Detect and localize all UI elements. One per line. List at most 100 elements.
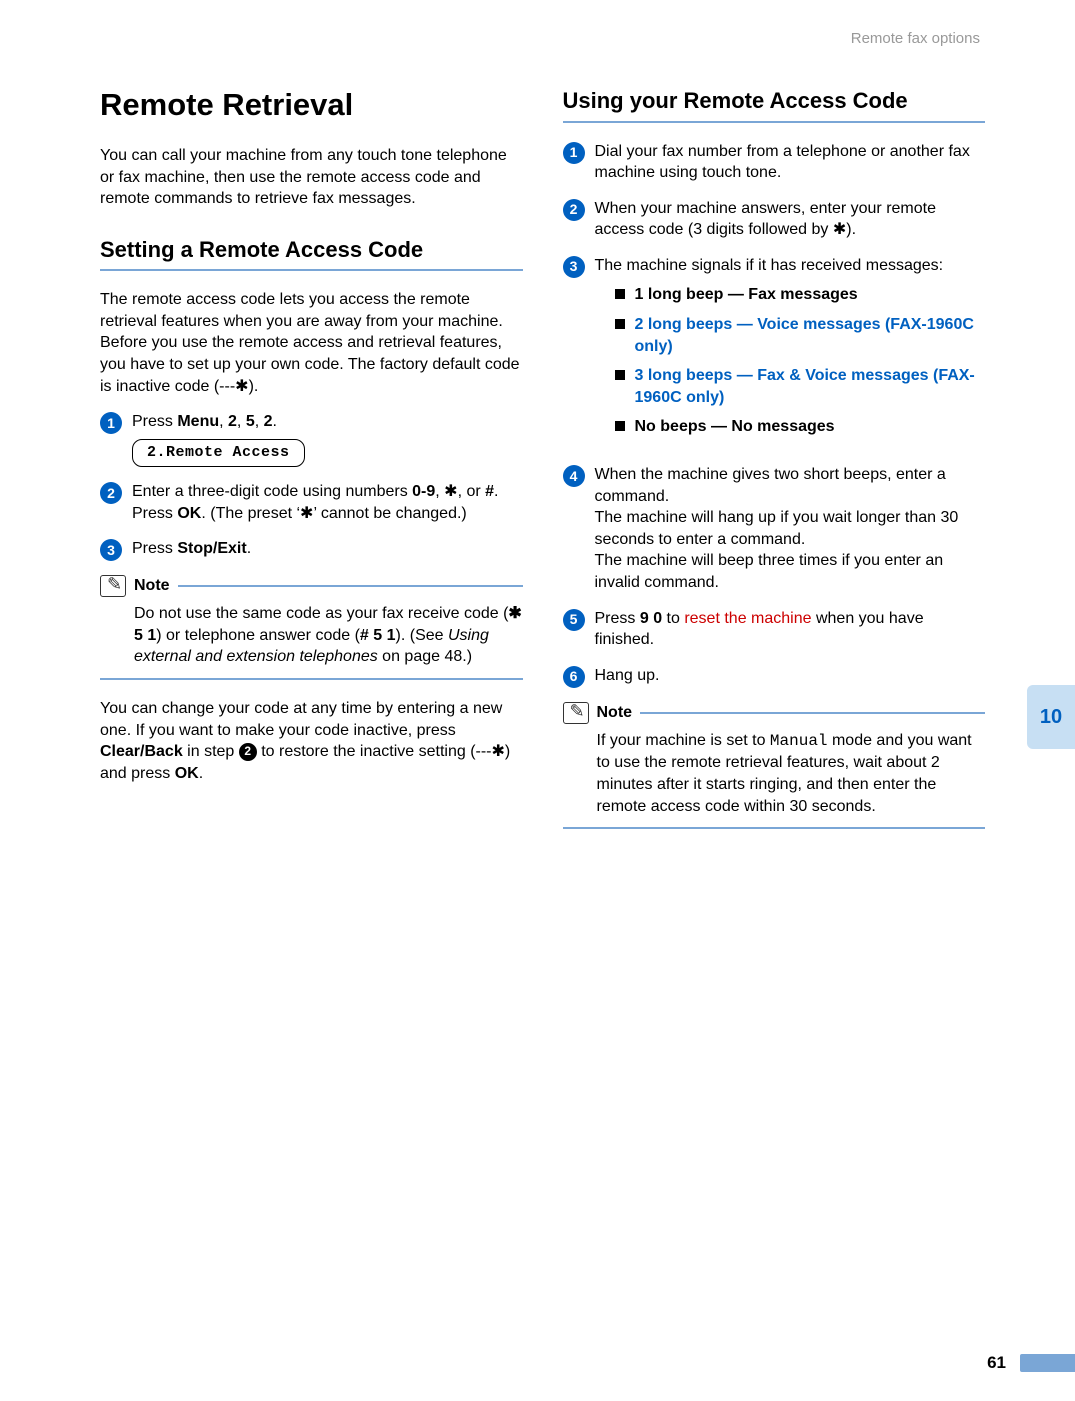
note-body: Do not use the same code as your fax rec… bbox=[100, 603, 523, 668]
square-bullet-icon bbox=[615, 289, 625, 299]
note-icon bbox=[100, 575, 126, 597]
step-body: Enter a three-digit code using numbers 0… bbox=[132, 481, 523, 524]
intro-paragraph: You can call your machine from any touch… bbox=[100, 145, 523, 210]
text: No beeps — No messages bbox=[635, 416, 835, 438]
list-item: 1 long beep — Fax messages bbox=[615, 284, 986, 306]
note-rule bbox=[178, 585, 523, 587]
step-1: 1 Dial your fax number from a telephone … bbox=[563, 141, 986, 184]
section-heading: Remote Retrieval bbox=[100, 87, 523, 123]
key-label: Clear/Back bbox=[100, 743, 183, 760]
text: Enter a three-digit code using numbers bbox=[132, 483, 412, 500]
step-reference-badge: 2 bbox=[239, 743, 257, 761]
lcd-display: 2.Remote Access bbox=[132, 439, 305, 467]
step-6: 6 Hang up. bbox=[563, 665, 986, 688]
star-icon: ✱ bbox=[833, 221, 846, 238]
main-columns: Remote Retrieval You can call your machi… bbox=[100, 87, 985, 847]
list-item: No beeps — No messages bbox=[615, 416, 986, 438]
step-5: 5 Press 9 0 to reset the machine when yo… bbox=[563, 608, 986, 651]
left-column: Remote Retrieval You can call your machi… bbox=[100, 87, 523, 847]
breadcrumb: Remote fax options bbox=[100, 30, 985, 47]
note-rule bbox=[640, 712, 985, 714]
text: . (The preset ‘ bbox=[201, 505, 300, 522]
step-badge: 4 bbox=[563, 465, 585, 487]
step-body: Dial your fax number from a telephone or… bbox=[595, 141, 986, 184]
key-label: 2 bbox=[228, 413, 237, 430]
text: . bbox=[494, 483, 498, 500]
step-body: Press 9 0 to reset the machine when you … bbox=[595, 608, 986, 651]
star-icon: ✱ bbox=[492, 743, 505, 760]
text: Press bbox=[132, 505, 177, 522]
step-3: 3 Press Stop/Exit. bbox=[100, 538, 523, 561]
note-header: Note bbox=[563, 702, 986, 724]
text: 2 long beeps — Voice messages (FAX-1960C… bbox=[635, 314, 986, 357]
text: ). bbox=[249, 378, 259, 395]
square-bullet-icon bbox=[615, 319, 625, 329]
chapter-tab: 10 bbox=[1027, 685, 1075, 749]
text: The remote access code lets you access t… bbox=[100, 291, 520, 394]
text: to bbox=[662, 610, 684, 627]
text: Press bbox=[132, 413, 177, 430]
text: The machine will beep three times if you… bbox=[595, 552, 944, 591]
text: When your machine answers, enter your re… bbox=[595, 200, 936, 239]
step-2: 2 When your machine answers, enter your … bbox=[563, 198, 986, 241]
square-bullet-icon bbox=[615, 421, 625, 431]
key-label: 5 bbox=[246, 413, 255, 430]
step-badge: 6 bbox=[563, 666, 585, 688]
step-badge: 1 bbox=[563, 142, 585, 164]
note-label: Note bbox=[597, 702, 633, 724]
step-2: 2 Enter a three-digit code using numbers… bbox=[100, 481, 523, 524]
page-footer: 61 bbox=[987, 1353, 1075, 1373]
star-icon: ✱ bbox=[300, 505, 313, 522]
key-label: OK bbox=[175, 765, 199, 782]
step-body: Press Stop/Exit. bbox=[132, 538, 523, 560]
note-label: Note bbox=[134, 575, 170, 597]
star-icon: ✱ bbox=[444, 483, 457, 500]
subsection-heading: Using your Remote Access Code bbox=[563, 87, 986, 123]
key-label: 9 0 bbox=[640, 610, 662, 627]
text: Press bbox=[595, 610, 640, 627]
step-badge: 1 bbox=[100, 412, 122, 434]
step-badge: 5 bbox=[563, 609, 585, 631]
list-item: 3 long beeps — Fax & Voice messages (FAX… bbox=[615, 365, 986, 408]
text: The machine signals if it has received m… bbox=[595, 257, 944, 274]
text: You can change your code at any time by … bbox=[100, 700, 502, 739]
note-rule bbox=[563, 827, 986, 829]
step-badge: 2 bbox=[100, 482, 122, 504]
text: , bbox=[237, 413, 246, 430]
code: # 5 1 bbox=[360, 627, 396, 644]
right-column: Using your Remote Access Code 1 Dial you… bbox=[563, 87, 986, 847]
mode-name: Manual bbox=[770, 732, 828, 750]
text: . bbox=[247, 540, 251, 557]
star-icon: ✱ bbox=[235, 378, 248, 395]
note-icon bbox=[563, 702, 589, 724]
key-label: Menu bbox=[177, 413, 219, 430]
body-paragraph: You can change your code at any time by … bbox=[100, 698, 523, 784]
body-paragraph: The remote access code lets you access t… bbox=[100, 289, 523, 397]
text: to restore the inactive setting (--- bbox=[257, 743, 492, 760]
footer-bar-icon bbox=[1020, 1354, 1075, 1372]
text: on page 48.) bbox=[378, 648, 472, 665]
text: . bbox=[273, 413, 277, 430]
note-header: Note bbox=[100, 575, 523, 597]
step-badge: 2 bbox=[563, 199, 585, 221]
step-body: When your machine answers, enter your re… bbox=[595, 198, 986, 241]
text: ’ cannot be changed.) bbox=[313, 505, 466, 522]
step-4: 4 When the machine gives two short beeps… bbox=[563, 464, 986, 594]
text: , or bbox=[458, 483, 486, 500]
key-label: # bbox=[485, 483, 494, 500]
key-label: 0-9 bbox=[412, 483, 435, 500]
list-item: 2 long beeps — Voice messages (FAX-1960C… bbox=[615, 314, 986, 357]
text: 1 long beep — Fax messages bbox=[635, 284, 858, 306]
text: , bbox=[435, 483, 444, 500]
text: . bbox=[199, 765, 203, 782]
note-body: If your machine is set to Manual mode an… bbox=[563, 730, 986, 817]
step-body: The machine signals if it has received m… bbox=[595, 255, 986, 450]
text: 3 long beeps — Fax & Voice messages (FAX… bbox=[635, 365, 986, 408]
subsection-heading: Setting a Remote Access Code bbox=[100, 236, 523, 272]
square-bullet-icon bbox=[615, 370, 625, 380]
text: If your machine is set to bbox=[597, 732, 770, 749]
text: ). (See bbox=[396, 627, 448, 644]
step-1: 1 Press Menu, 2, 5, 2. 2.Remote Access bbox=[100, 411, 523, 467]
step-body: Press Menu, 2, 5, 2. 2.Remote Access bbox=[132, 411, 523, 467]
text: Do not use the same code as your fax rec… bbox=[134, 605, 508, 622]
